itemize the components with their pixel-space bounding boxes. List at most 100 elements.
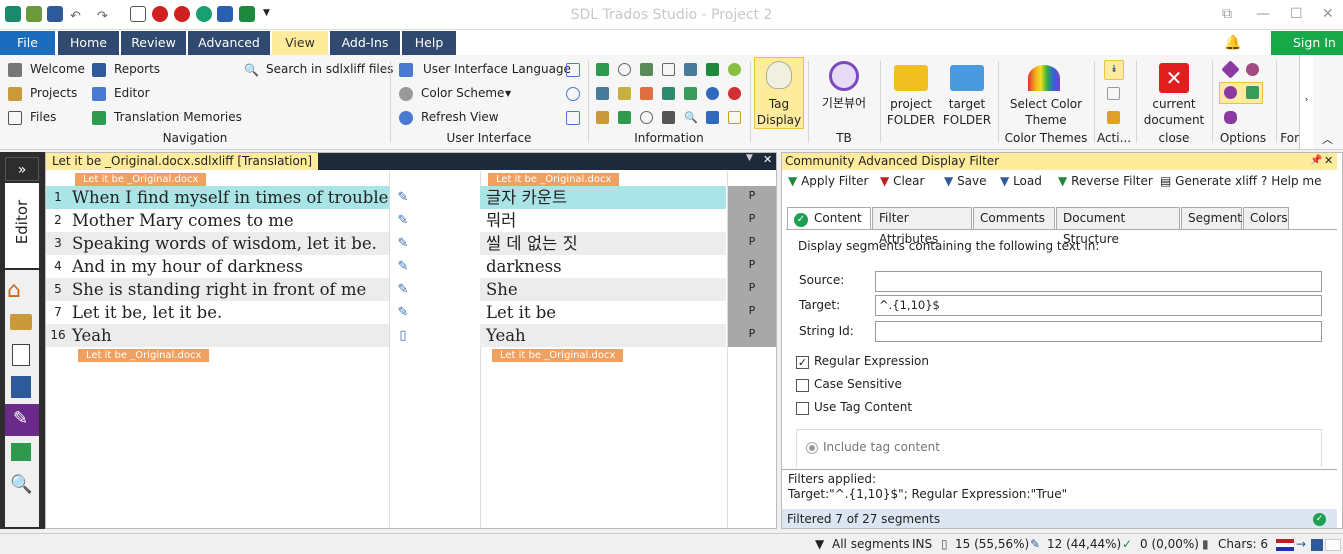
target-text[interactable]: 뭐러 bbox=[486, 209, 516, 232]
target-text[interactable]: 씰 데 없는 짓 bbox=[486, 232, 578, 255]
save-filter-button[interactable]: ▼ Save bbox=[944, 174, 987, 188]
info-icon[interactable] bbox=[640, 87, 653, 100]
regex-checkbox[interactable]: ✓ bbox=[796, 356, 809, 369]
editor-button[interactable]: Editor bbox=[114, 86, 150, 100]
source-end-tag[interactable]: Let it be _Original.docx bbox=[78, 349, 210, 362]
target-folder-button[interactable]: target FOLDER bbox=[938, 96, 996, 128]
info-icon[interactable] bbox=[618, 87, 631, 100]
notification-bell-icon[interactable]: 🔔 bbox=[1224, 35, 1241, 51]
close-current-document-button[interactable]: current document bbox=[1140, 96, 1208, 128]
layout-icon[interactable] bbox=[566, 63, 580, 77]
segment-row[interactable]: 4 And in my hour of darkness ✎ darkness P bbox=[46, 255, 776, 278]
target-start-tag[interactable]: Let it be _Original.docx bbox=[488, 173, 620, 186]
source-text[interactable]: Yeah bbox=[72, 324, 112, 347]
tab-home[interactable]: Home bbox=[58, 31, 119, 55]
generate-xliff-button[interactable]: ▤ Generate xliff bbox=[1160, 174, 1257, 188]
tab-add-ins[interactable]: Add-Ins bbox=[330, 31, 400, 55]
minimize-icon[interactable]: — bbox=[1256, 6, 1270, 22]
source-text[interactable]: When I find myself in times of trouble bbox=[72, 186, 388, 209]
comment-icon[interactable] bbox=[618, 63, 631, 76]
source-text[interactable]: She is standing right in front of me bbox=[72, 278, 366, 301]
target-end-tag[interactable]: Let it be _Original.docx bbox=[492, 349, 624, 362]
maximize-icon[interactable]: ☐ bbox=[1290, 6, 1303, 22]
segment-row[interactable]: 3 Speaking words of wisdom, let it be. ✎ 씰 … bbox=[46, 232, 776, 255]
reports-view-icon[interactable] bbox=[11, 376, 31, 398]
target-text[interactable]: She bbox=[486, 278, 518, 301]
document-icon[interactable] bbox=[662, 63, 675, 76]
source-start-tag[interactable]: Let it be _Original.docx bbox=[75, 173, 207, 186]
files-button[interactable]: Files bbox=[30, 110, 56, 124]
document-tab[interactable]: Let it be _Original.docx.sdlxliff [Trans… bbox=[46, 153, 319, 170]
option-icon[interactable] bbox=[1221, 60, 1240, 79]
target-text[interactable]: darkness bbox=[486, 255, 562, 278]
view-icon[interactable] bbox=[566, 87, 580, 101]
tab-view[interactable]: View bbox=[272, 31, 328, 55]
close-panel-icon[interactable]: ✕ bbox=[1324, 154, 1333, 167]
tab-help[interactable]: Help bbox=[402, 31, 456, 55]
ribbon-scroll-right-icon[interactable]: › bbox=[1299, 55, 1313, 149]
source-text[interactable]: And in my hour of darkness bbox=[72, 255, 303, 278]
tab-filter-attributes[interactable]: Filter Attributes bbox=[872, 207, 972, 246]
info-icon[interactable] bbox=[596, 87, 609, 100]
info-icon[interactable] bbox=[596, 63, 609, 76]
segment-row[interactable]: 16 Yeah ▯ Yeah P bbox=[46, 324, 776, 347]
string-id-input[interactable] bbox=[875, 321, 1322, 342]
search-view-icon[interactable]: 🔍 bbox=[10, 474, 42, 504]
refresh-view-button[interactable]: Refresh View bbox=[421, 110, 499, 124]
filter-outline-icon[interactable] bbox=[728, 111, 741, 124]
source-input[interactable] bbox=[875, 271, 1322, 292]
clear-button[interactable]: ▼ Clear bbox=[880, 174, 924, 188]
reports-button[interactable]: Reports bbox=[114, 62, 160, 76]
reverse-filter-button[interactable]: ▼ Reverse Filter bbox=[1058, 174, 1153, 188]
tab-menu-icon[interactable]: ▼ bbox=[746, 153, 753, 163]
tab-file[interactable]: File bbox=[0, 31, 55, 55]
translation-memories-button[interactable]: Translation Memories bbox=[114, 110, 242, 124]
viewer-button[interactable]: 기본뷰어 bbox=[812, 95, 876, 111]
tm-view-icon[interactable] bbox=[11, 443, 31, 461]
info-icon[interactable] bbox=[640, 63, 653, 76]
source-text[interactable]: Mother Mary comes to me bbox=[72, 209, 294, 232]
eye-icon[interactable] bbox=[640, 111, 653, 124]
select-color-theme-button[interactable]: Select Color Theme bbox=[1004, 96, 1088, 128]
welcome-button[interactable]: Welcome bbox=[30, 62, 85, 76]
home-icon[interactable]: ⌂ bbox=[7, 278, 39, 308]
target-input[interactable]: ^.{1,10}$ bbox=[875, 295, 1322, 316]
search-icon[interactable]: 🔍 bbox=[684, 111, 698, 124]
target-text[interactable]: Yeah bbox=[486, 324, 526, 347]
tab-content[interactable]: ✓ Content bbox=[787, 207, 871, 230]
tab-advanced[interactable]: Advanced bbox=[188, 31, 270, 55]
target-text[interactable]: Let it be bbox=[486, 301, 556, 324]
color-scheme-button[interactable]: Color Scheme bbox=[421, 86, 504, 100]
segment-row[interactable]: 7 Let it be, let it be. ✎ Let it be P bbox=[46, 301, 776, 324]
use-tag-content-checkbox[interactable] bbox=[796, 402, 809, 415]
segment-row[interactable]: 1 When I find myself in times of trouble ✎… bbox=[46, 186, 776, 209]
files-view-icon[interactable] bbox=[12, 344, 30, 366]
projects-view-icon[interactable] bbox=[10, 314, 32, 330]
tab-document-structure[interactable]: Document Structure bbox=[1056, 207, 1180, 246]
include-tag-radio[interactable] bbox=[806, 442, 818, 454]
tab-colors[interactable]: Colors bbox=[1243, 207, 1289, 229]
info-icon[interactable] bbox=[706, 87, 719, 100]
collapse-sidebar-button[interactable]: » bbox=[5, 157, 39, 181]
info-icon[interactable] bbox=[728, 63, 741, 76]
double-chevron-down-icon[interactable]: ⯯ bbox=[1104, 60, 1124, 80]
all-segments-status[interactable]: All segments bbox=[832, 537, 910, 551]
apply-filter-button[interactable]: ▼ Apply Filter bbox=[788, 174, 868, 188]
segment-row[interactable]: 5 She is standing right in front of me ✎ Sh… bbox=[46, 278, 776, 301]
projects-button[interactable]: Projects bbox=[30, 86, 77, 100]
search-sdlxliff-button[interactable]: Search in sdlxliff files bbox=[266, 62, 393, 76]
source-text[interactable]: Speaking words of wisdom, let it be. bbox=[72, 232, 377, 255]
close-icon[interactable]: ✕ bbox=[1322, 6, 1334, 22]
collapse-ribbon-icon[interactable]: ︿ bbox=[1322, 131, 1333, 147]
window-icon[interactable] bbox=[566, 111, 580, 125]
help-me-button[interactable]: ? Help me bbox=[1261, 174, 1321, 188]
target-text[interactable]: 글자 카운트 bbox=[486, 186, 567, 209]
segment-row[interactable]: 2 Mother Mary comes to me ✎ 뭐러 P bbox=[46, 209, 776, 232]
option-icon[interactable] bbox=[1246, 63, 1259, 76]
close-tab-icon[interactable]: ✕ bbox=[763, 153, 772, 166]
info-icon[interactable] bbox=[706, 111, 719, 124]
restore-ribbon-icon[interactable]: ⧉ bbox=[1222, 6, 1232, 22]
case-sensitive-checkbox[interactable] bbox=[796, 379, 809, 392]
action-icon[interactable] bbox=[1107, 111, 1120, 124]
option-icon[interactable] bbox=[1224, 111, 1237, 124]
